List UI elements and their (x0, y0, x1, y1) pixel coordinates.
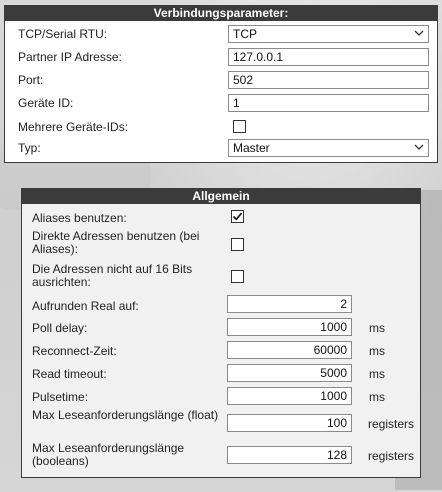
general-panel: Allgemein Aliases benutzen: Direkte Adre… (21, 188, 421, 478)
read-timeout-label: Read timeout: (32, 367, 107, 381)
round-real-input[interactable] (227, 295, 352, 313)
align-addresses-checkbox[interactable] (231, 270, 244, 283)
pulsetime-unit: ms (369, 390, 385, 404)
reconnect-input[interactable] (227, 341, 352, 359)
max-float-label: Max Leseanforderungslänge (float) (32, 408, 219, 422)
reconnect-unit: ms (369, 344, 385, 358)
direct-addresses-checkbox[interactable] (231, 238, 244, 251)
pulsetime-input[interactable] (227, 387, 352, 405)
device-id-label: Geräte ID: (18, 96, 74, 110)
chevron-down-icon (414, 30, 424, 36)
ip-label: Partner IP Adresse: (18, 50, 122, 64)
max-bool-input[interactable] (227, 446, 352, 464)
tcp-serial-select[interactable]: TCP (228, 25, 429, 43)
multi-ids-label: Mehrere Geräte-IDs: (18, 120, 129, 134)
port-input[interactable] (228, 71, 429, 89)
max-bool-unit: registers (368, 449, 415, 463)
poll-delay-input[interactable] (227, 318, 352, 336)
tcp-serial-label: TCP/Serial RTU: (18, 27, 108, 41)
typ-value: Master (233, 141, 270, 155)
device-id-input[interactable] (228, 94, 429, 112)
max-bool-label: Max Leseanforderungslänge (booleans) (32, 441, 185, 468)
panel-title: Verbindungsparameter: (5, 6, 437, 21)
checkmark-icon (232, 212, 243, 221)
align-addresses-label: Die Adressen nicht auf 16 Bits ausrichte… (32, 262, 193, 289)
connection-parameters-panel: Verbindungsparameter: TCP/Serial RTU: TC… (4, 5, 438, 163)
typ-select[interactable]: Master (228, 139, 429, 157)
max-float-input[interactable] (227, 414, 352, 432)
aliases-label: Aliases benutzen: (32, 211, 127, 225)
multi-ids-checkbox[interactable] (233, 120, 246, 133)
read-timeout-input[interactable] (227, 364, 352, 382)
poll-delay-label: Poll delay: (32, 321, 88, 335)
tcp-serial-value: TCP (233, 27, 257, 41)
pulsetime-label: Pulsetime: (32, 390, 89, 404)
chevron-down-icon (414, 144, 424, 150)
poll-delay-unit: ms (369, 321, 385, 335)
round-real-label: Aufrunden Real auf: (32, 299, 139, 313)
ip-input[interactable] (228, 48, 429, 66)
read-timeout-unit: ms (369, 367, 385, 381)
aliases-checkbox[interactable] (231, 210, 244, 223)
max-float-unit: registers (368, 417, 415, 431)
direct-addresses-label: Direkte Adressen benutzen (bei Aliases): (32, 229, 200, 256)
panel-title: Allgemein (22, 189, 420, 204)
port-label: Port: (18, 73, 44, 87)
typ-label: Typ: (18, 141, 41, 155)
reconnect-label: Reconnect-Zeit: (32, 344, 117, 358)
